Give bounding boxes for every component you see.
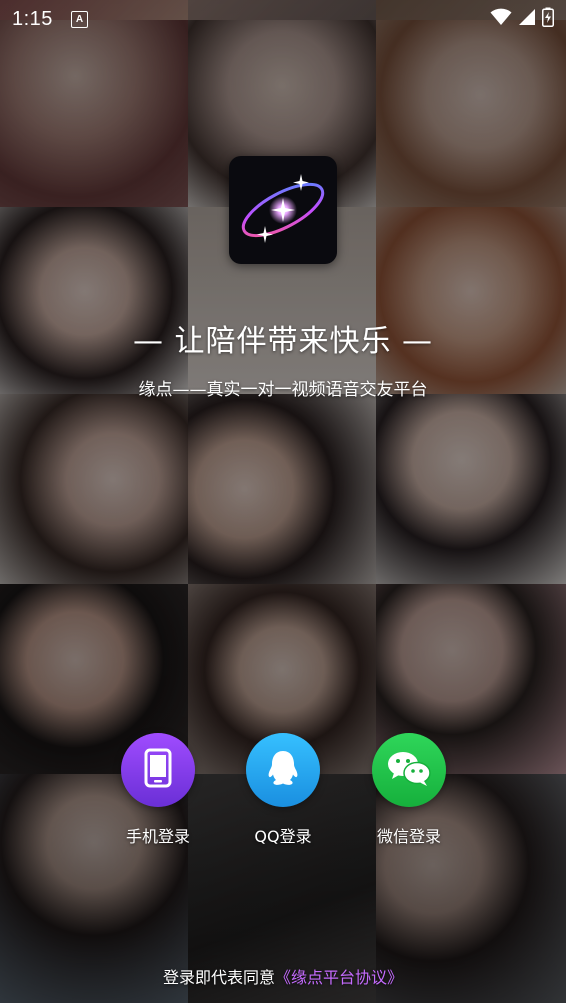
status-time: 1:15 (12, 7, 53, 30)
platform-agreement-link[interactable]: 《缘点平台协议》 (275, 968, 403, 987)
wechat-login-circle[interactable] (372, 733, 446, 807)
orbit-star-logo-icon (241, 174, 325, 243)
qq-login-button[interactable]: QQ登录 (228, 733, 338, 847)
cellular-signal-icon (518, 8, 536, 30)
status-indicators (490, 7, 554, 31)
agreement-prefix: 登录即代表同意 (162, 968, 275, 987)
accessibility-a-icon: A (70, 10, 88, 28)
background-dim-overlay (0, 0, 566, 1003)
wechat-login-button[interactable]: 微信登录 (354, 733, 464, 847)
agreement-notice: 登录即代表同意《缘点平台协议》 (0, 964, 566, 988)
app-slogan: — 让陪伴带来快乐 — (132, 324, 434, 359)
status-bar: 1:15 A (0, 0, 566, 38)
phone-login-circle[interactable] (121, 733, 195, 807)
qq-login-label: QQ登录 (254, 827, 312, 846)
wechat-login-label: 微信登录 (376, 827, 441, 846)
qq-icon (265, 748, 301, 792)
login-screen: 1:15 A — 让陪伴带来快乐 — 缘点——真实一对一视频语音交友平台 手机登… (0, 0, 566, 1003)
phone-login-button[interactable]: 手机登录 (103, 733, 213, 847)
wechat-icon (386, 749, 432, 791)
battery-charging-icon (542, 7, 554, 31)
phone-login-label: 手机登录 (125, 827, 190, 846)
phone-icon (144, 748, 172, 792)
qq-login-circle[interactable] (246, 733, 320, 807)
app-logo (229, 156, 337, 264)
wifi-icon (490, 8, 512, 30)
app-subtitle: 缘点——真实一对一视频语音交友平台 (138, 380, 428, 400)
